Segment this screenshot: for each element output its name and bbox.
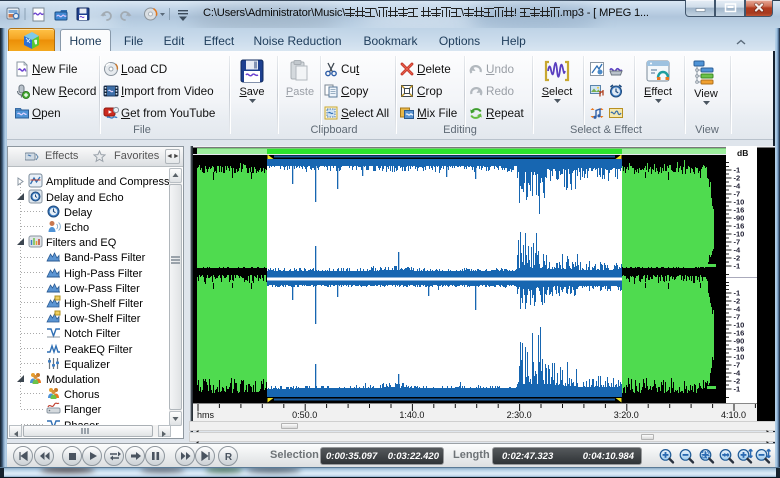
svg-text:hms: hms xyxy=(197,410,215,420)
svg-text:dB: dB xyxy=(737,148,748,158)
svg-text:2:30.0: 2:30.0 xyxy=(507,410,532,420)
svg-text:1:40.0: 1:40.0 xyxy=(399,410,424,420)
svg-text:R: R xyxy=(225,452,233,463)
svg-text:-1: -1 xyxy=(734,385,741,394)
svg-text:0:50.0: 0:50.0 xyxy=(292,410,317,420)
svg-text:-1: -1 xyxy=(734,262,741,271)
svg-text:3:20.0: 3:20.0 xyxy=(614,410,639,420)
svg-text:4:10.0: 4:10.0 xyxy=(721,410,746,420)
